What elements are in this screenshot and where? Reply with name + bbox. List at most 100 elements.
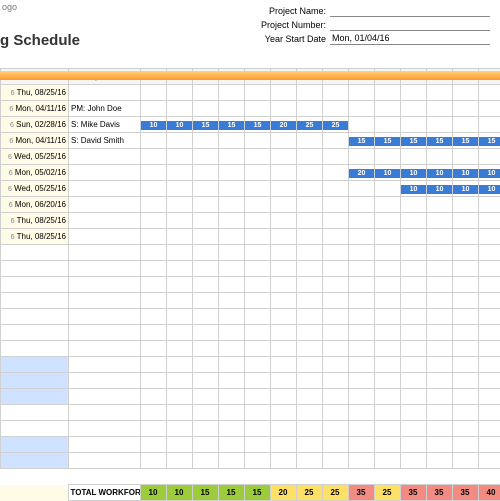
pm-cell[interactable] [69,245,141,261]
gantt-cell[interactable] [479,453,500,469]
gantt-cell[interactable] [323,357,349,373]
gantt-cell[interactable] [349,197,375,213]
gantt-cell[interactable]: 10 [453,165,479,181]
gantt-cell[interactable] [219,405,245,421]
project-name-input[interactable] [330,5,490,17]
gantt-cell[interactable] [297,325,323,341]
gantt-cell[interactable]: 10 [427,181,453,197]
gantt-cell[interactable] [401,341,427,357]
gantt-cell[interactable] [167,261,193,277]
gantt-cell[interactable] [167,165,193,181]
gantt-cell[interactable] [297,245,323,261]
pm-cell[interactable] [69,261,141,277]
gantt-cell[interactable] [297,357,323,373]
gantt-cell[interactable] [193,101,219,117]
gantt-cell[interactable] [401,405,427,421]
gantt-cell[interactable] [219,133,245,149]
gantt-cell[interactable] [219,277,245,293]
gantt-cell[interactable] [323,325,349,341]
gantt-cell[interactable] [323,197,349,213]
gantt-cell[interactable] [479,149,500,165]
end-date-cell[interactable]: 6 Wed, 05/25/16 [1,181,69,197]
gantt-cell[interactable] [167,325,193,341]
table-row[interactable] [1,277,500,293]
gantt-cell[interactable] [479,341,500,357]
gantt-cell[interactable] [193,389,219,405]
gantt-cell[interactable] [245,85,271,101]
gantt-cell[interactable] [427,325,453,341]
gantt-cell[interactable] [453,117,479,133]
gantt-cell[interactable]: 20 [349,165,375,181]
gantt-cell[interactable] [375,453,401,469]
schedule-grid[interactable]: End Date PM/Superintendent 1/041/111/181… [0,68,500,482]
table-row[interactable]: 6 Sun, 02/28/16S: Mike Davis101015151520… [1,117,500,133]
gantt-cell[interactable] [401,293,427,309]
table-row[interactable] [1,341,500,357]
gantt-cell[interactable] [479,101,500,117]
gantt-cell[interactable] [479,117,500,133]
table-row[interactable]: 6 Thu, 08/25/16 [1,85,500,101]
table-row[interactable]: 6 Mon, 04/11/16PM: John Doe [1,101,500,117]
gantt-cell[interactable] [401,437,427,453]
gantt-cell[interactable] [271,373,297,389]
end-date-cell[interactable] [1,453,69,469]
gantt-cell[interactable] [245,261,271,277]
gantt-cell[interactable] [271,277,297,293]
end-date-cell[interactable]: 6 Mon, 04/11/16 [1,133,69,149]
pm-cell[interactable] [69,149,141,165]
gantt-cell[interactable] [401,85,427,101]
gantt-cell[interactable] [401,229,427,245]
gantt-cell[interactable] [349,357,375,373]
pm-cell[interactable] [69,325,141,341]
gantt-cell[interactable] [219,357,245,373]
gantt-cell[interactable] [349,85,375,101]
gantt-cell[interactable] [167,357,193,373]
gantt-cell[interactable] [271,421,297,437]
gantt-cell[interactable] [219,245,245,261]
gantt-cell[interactable] [297,85,323,101]
gantt-cell[interactable] [323,421,349,437]
end-date-cell[interactable] [1,325,69,341]
gantt-cell[interactable] [375,277,401,293]
gantt-cell[interactable] [245,149,271,165]
table-row[interactable]: 6 Mon, 05/02/16201010101010 [1,165,500,181]
gantt-cell[interactable] [375,309,401,325]
gantt-cell[interactable] [141,101,167,117]
gantt-cell[interactable] [453,421,479,437]
gantt-cell[interactable] [297,389,323,405]
gantt-cell[interactable] [219,437,245,453]
gantt-cell[interactable] [271,181,297,197]
gantt-cell[interactable] [453,405,479,421]
gantt-cell[interactable] [245,293,271,309]
gantt-cell[interactable] [349,421,375,437]
gantt-cell[interactable]: 15 [401,133,427,149]
table-row[interactable] [1,453,500,469]
gantt-cell[interactable] [141,261,167,277]
gantt-cell[interactable] [375,261,401,277]
table-row[interactable] [1,245,500,261]
gantt-cell[interactable] [193,149,219,165]
gantt-cell[interactable] [323,133,349,149]
gantt-cell[interactable] [375,293,401,309]
gantt-cell[interactable] [479,357,500,373]
gantt-cell[interactable] [271,261,297,277]
gantt-cell[interactable] [375,373,401,389]
gantt-cell[interactable] [271,133,297,149]
pm-cell[interactable] [69,453,141,469]
gantt-cell[interactable] [323,453,349,469]
gantt-cell[interactable] [245,181,271,197]
gantt-cell[interactable] [453,293,479,309]
gantt-cell[interactable]: 10 [479,181,500,197]
gantt-cell[interactable] [323,229,349,245]
end-date-cell[interactable] [1,357,69,373]
gantt-cell[interactable] [141,293,167,309]
gantt-cell[interactable] [401,197,427,213]
gantt-cell[interactable] [349,389,375,405]
gantt-cell[interactable] [427,245,453,261]
gantt-cell[interactable] [453,85,479,101]
gantt-cell[interactable] [349,341,375,357]
gantt-cell[interactable] [193,421,219,437]
gantt-cell[interactable]: 15 [349,133,375,149]
gantt-cell[interactable] [141,277,167,293]
gantt-cell[interactable] [167,453,193,469]
